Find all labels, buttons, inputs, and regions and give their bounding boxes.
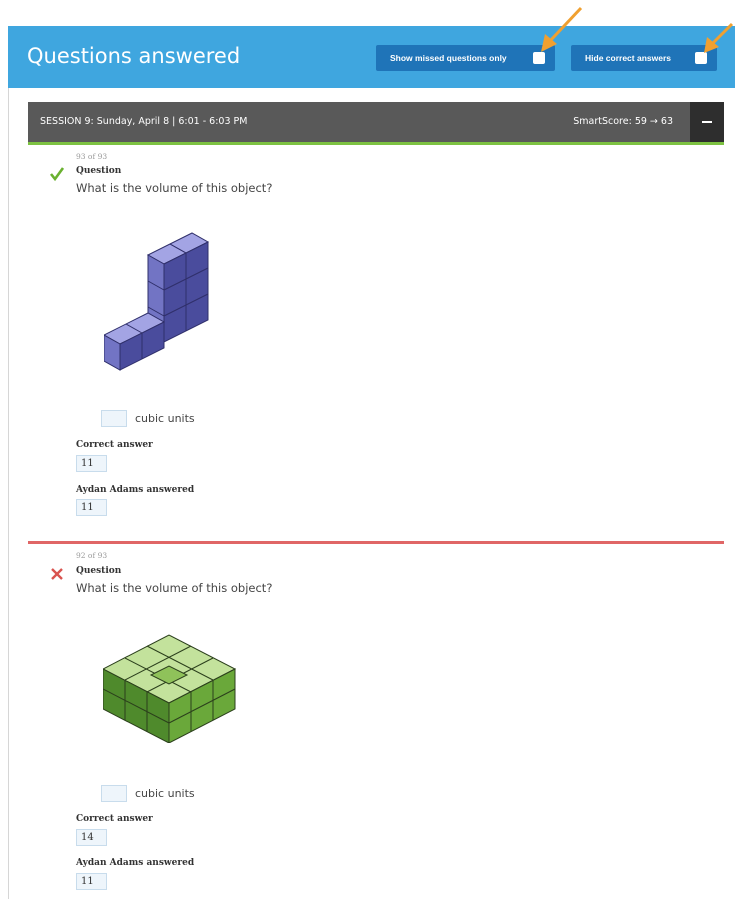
correct-answer-value: 11 — [76, 455, 107, 472]
student-answer-label: Aydan Adams answered — [76, 485, 195, 495]
purple-cube-stack-figure — [104, 232, 210, 371]
student-answer-value: 11 — [76, 499, 107, 516]
question-count: 93 of 93 — [76, 152, 108, 161]
units-label: cubic units — [135, 412, 195, 425]
session-label: SESSION 9: Sunday, April 8 | 6:01 - 6:03… — [40, 116, 248, 127]
student-answer-value: 11 — [76, 873, 107, 890]
question-count: 92 of 93 — [76, 551, 108, 560]
annotation-arrow-icon — [704, 22, 734, 53]
collapse-session-button[interactable] — [690, 102, 724, 142]
checkmark-icon — [49, 167, 65, 182]
question-label: Question — [76, 566, 122, 576]
page-title: Questions answered — [27, 44, 241, 68]
correct-answer-label: Correct answer — [76, 440, 153, 450]
hide-correct-answers-toggle[interactable]: Hide correct answers — [571, 45, 717, 71]
show-missed-only-toggle[interactable]: Show missed questions only — [376, 45, 555, 71]
minus-icon — [702, 121, 712, 123]
answer-input[interactable] — [101, 410, 127, 427]
smartscore-label: SmartScore: 59 → 63 — [573, 116, 673, 127]
annotation-arrow-icon — [541, 6, 583, 52]
incorrect-divider — [28, 541, 724, 544]
question-text: What is the volume of this object? — [76, 181, 273, 195]
question-text: What is the volume of this object? — [76, 581, 273, 595]
correct-divider — [28, 142, 724, 145]
x-mark-icon — [51, 568, 63, 580]
hide-correct-answers-label: Hide correct answers — [585, 53, 671, 63]
green-cube-stack-figure — [103, 634, 237, 743]
session-bar: SESSION 9: Sunday, April 8 | 6:01 - 6:03… — [28, 102, 724, 142]
student-answer-label: Aydan Adams answered — [76, 858, 195, 868]
answer-input[interactable] — [101, 785, 127, 802]
correct-answer-label: Correct answer — [76, 814, 153, 824]
results-panel — [8, 26, 735, 899]
question-label: Question — [76, 166, 122, 176]
units-label: cubic units — [135, 787, 195, 800]
show-missed-only-label: Show missed questions only — [390, 53, 507, 63]
correct-answer-value: 14 — [76, 829, 107, 846]
